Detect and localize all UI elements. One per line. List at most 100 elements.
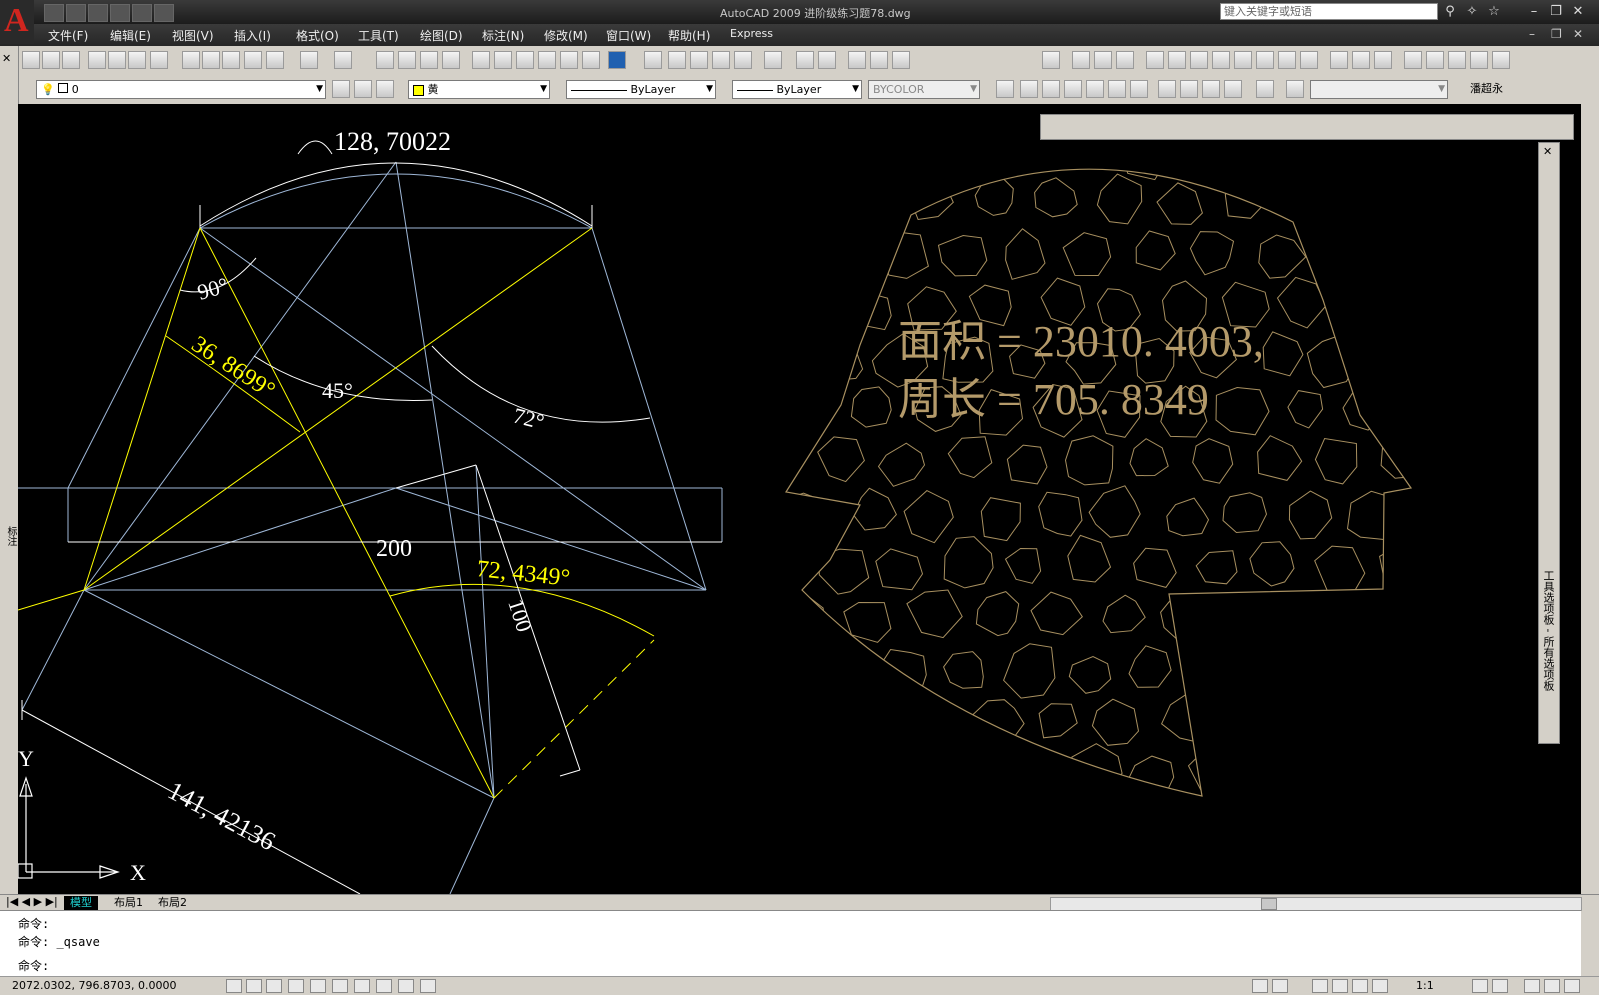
menu-insert[interactable]: 插入(I) [234,27,271,44]
text-edit-icon[interactable] [870,51,888,69]
dock-close-icon[interactable]: ✕ [2,52,11,65]
redo-toolbar-icon[interactable] [334,51,352,69]
insert-block-icon[interactable] [1146,51,1164,69]
rotate-icon[interactable] [1330,51,1348,69]
tools-icon[interactable]: ✧ [1463,3,1481,20]
open-file-icon[interactable] [66,4,86,22]
fillet-icon[interactable] [1448,51,1466,69]
minimize-icon[interactable]: – [1525,3,1543,20]
quick-properties-icon[interactable] [420,979,436,993]
block-editor-icon[interactable] [266,51,284,69]
lock-icon[interactable] [1544,979,1560,993]
horizontal-scrollbar[interactable] [1050,897,1582,911]
visual-style-hidden-icon[interactable] [690,51,708,69]
sphere-icon[interactable] [1086,80,1104,98]
mirror-icon[interactable] [1234,51,1252,69]
polar-tracking-icon[interactable] [288,979,304,993]
find-icon[interactable] [1286,80,1304,98]
zoom-window-icon[interactable] [420,51,438,69]
command-window[interactable]: 命令: 命令: _qsave 命令: [0,910,1581,977]
mtext-icon[interactable] [848,51,866,69]
restore-icon[interactable]: ❐ [1547,3,1565,20]
menu-express[interactable]: Express [730,27,773,40]
redo-icon[interactable] [154,4,174,22]
properties-icon[interactable] [472,51,490,69]
layer-state-icon[interactable] [1072,51,1090,69]
cut-icon[interactable] [182,51,200,69]
cylinder-icon[interactable] [1108,80,1126,98]
move-icon[interactable] [1300,51,1318,69]
clean-screen-icon[interactable] [1564,979,1580,993]
coordinate-readout[interactable]: 2072.0302, 796.8703, 0.0000 [12,979,176,992]
plot-preview-icon[interactable] [108,51,126,69]
extra-select[interactable]: ▼ [1310,80,1448,99]
search-input[interactable]: 键入关键字或短语 [1220,3,1438,20]
menu-help[interactable]: 帮助(H) [668,27,710,44]
wedge-icon[interactable] [1042,80,1060,98]
color-select[interactable]: 黄 ▼ [408,80,550,99]
annotation-scale[interactable]: 1:1 [1416,979,1434,992]
revolve-icon[interactable] [1180,80,1198,98]
palette-close-icon[interactable]: ✕ [1543,145,1552,158]
3d-dwf-icon[interactable] [150,51,168,69]
trim-icon[interactable] [1404,51,1422,69]
plot-icon[interactable] [88,51,106,69]
tool-palettes-icon[interactable] [516,51,534,69]
doc-restore-icon[interactable]: ❐ [1551,27,1562,41]
text-style-manager-icon[interactable] [1042,51,1060,69]
erase-icon[interactable] [1190,51,1208,69]
match-properties-icon[interactable] [244,51,262,69]
drawing-canvas[interactable]: 128, 70022 90° 45° 72° 200 100 141, 4213… [18,104,1581,894]
menu-edit[interactable]: 编辑(E) [110,27,151,44]
copy-object-icon[interactable] [1212,51,1230,69]
tab-model[interactable]: 模型 [64,896,98,910]
tool-palette-toolbar[interactable] [1040,114,1574,140]
favorite-icon[interactable]: ☆ [1485,3,1503,20]
object-snap-tracking-icon[interactable] [332,979,348,993]
zoom-realtime-icon[interactable] [398,51,416,69]
menu-view[interactable]: 视图(V) [172,27,214,44]
grid-display-icon[interactable] [246,979,262,993]
visual-style-wire-icon[interactable] [668,51,686,69]
model-space-icon[interactable] [1252,979,1268,993]
workspace-icon[interactable] [764,51,782,69]
dynamic-input-icon[interactable] [376,979,392,993]
save-toolbar-icon[interactable] [62,51,80,69]
menu-draw[interactable]: 绘图(D) [420,27,463,44]
copy-icon[interactable] [202,51,220,69]
layer-previous-icon[interactable] [376,80,394,98]
design-center-icon[interactable] [494,51,512,69]
sheet-set-icon[interactable] [538,51,556,69]
menu-window[interactable]: 窗口(W) [606,27,651,44]
array-icon[interactable] [1278,51,1296,69]
tab-nav-arrows-icon[interactable]: |◀ ◀ ▶ ▶| [6,895,58,908]
show-motion-icon[interactable] [1372,979,1388,993]
snap-mode-icon[interactable] [226,979,242,993]
lineweight-select[interactable]: ByLayer ▼ [732,80,862,99]
new-icon[interactable] [22,51,40,69]
pan-status-icon[interactable] [1312,979,1328,993]
pan-icon[interactable] [376,51,394,69]
extend-icon[interactable] [1426,51,1444,69]
polyline-icon[interactable] [796,51,814,69]
layer-iso-icon[interactable] [1094,51,1112,69]
offset-icon[interactable] [1256,51,1274,69]
make-current-layer-icon[interactable] [354,80,372,98]
spline-icon[interactable] [818,51,836,69]
chamfer-icon[interactable] [1470,51,1488,69]
autocad-logo-icon[interactable]: A [0,0,34,44]
3d-orbit-icon[interactable] [644,51,662,69]
layer-uniso-icon[interactable] [1116,51,1134,69]
workspace-switch-icon[interactable] [1524,979,1540,993]
vertical-scrollbar[interactable] [1581,104,1599,894]
zoom-status-icon[interactable] [1332,979,1348,993]
calculator-icon[interactable] [582,51,600,69]
layer-select[interactable]: 💡 0 ▼ [36,80,326,99]
command-prompt[interactable]: 命令: [18,957,49,974]
ortho-mode-icon[interactable] [266,979,282,993]
dim-style-icon[interactable] [892,51,910,69]
sweep-icon[interactable] [1202,80,1220,98]
layout-view-icon[interactable] [1272,979,1288,993]
dynamic-ucs-icon[interactable] [354,979,370,993]
doc-minimize-icon[interactable]: – [1529,27,1535,41]
